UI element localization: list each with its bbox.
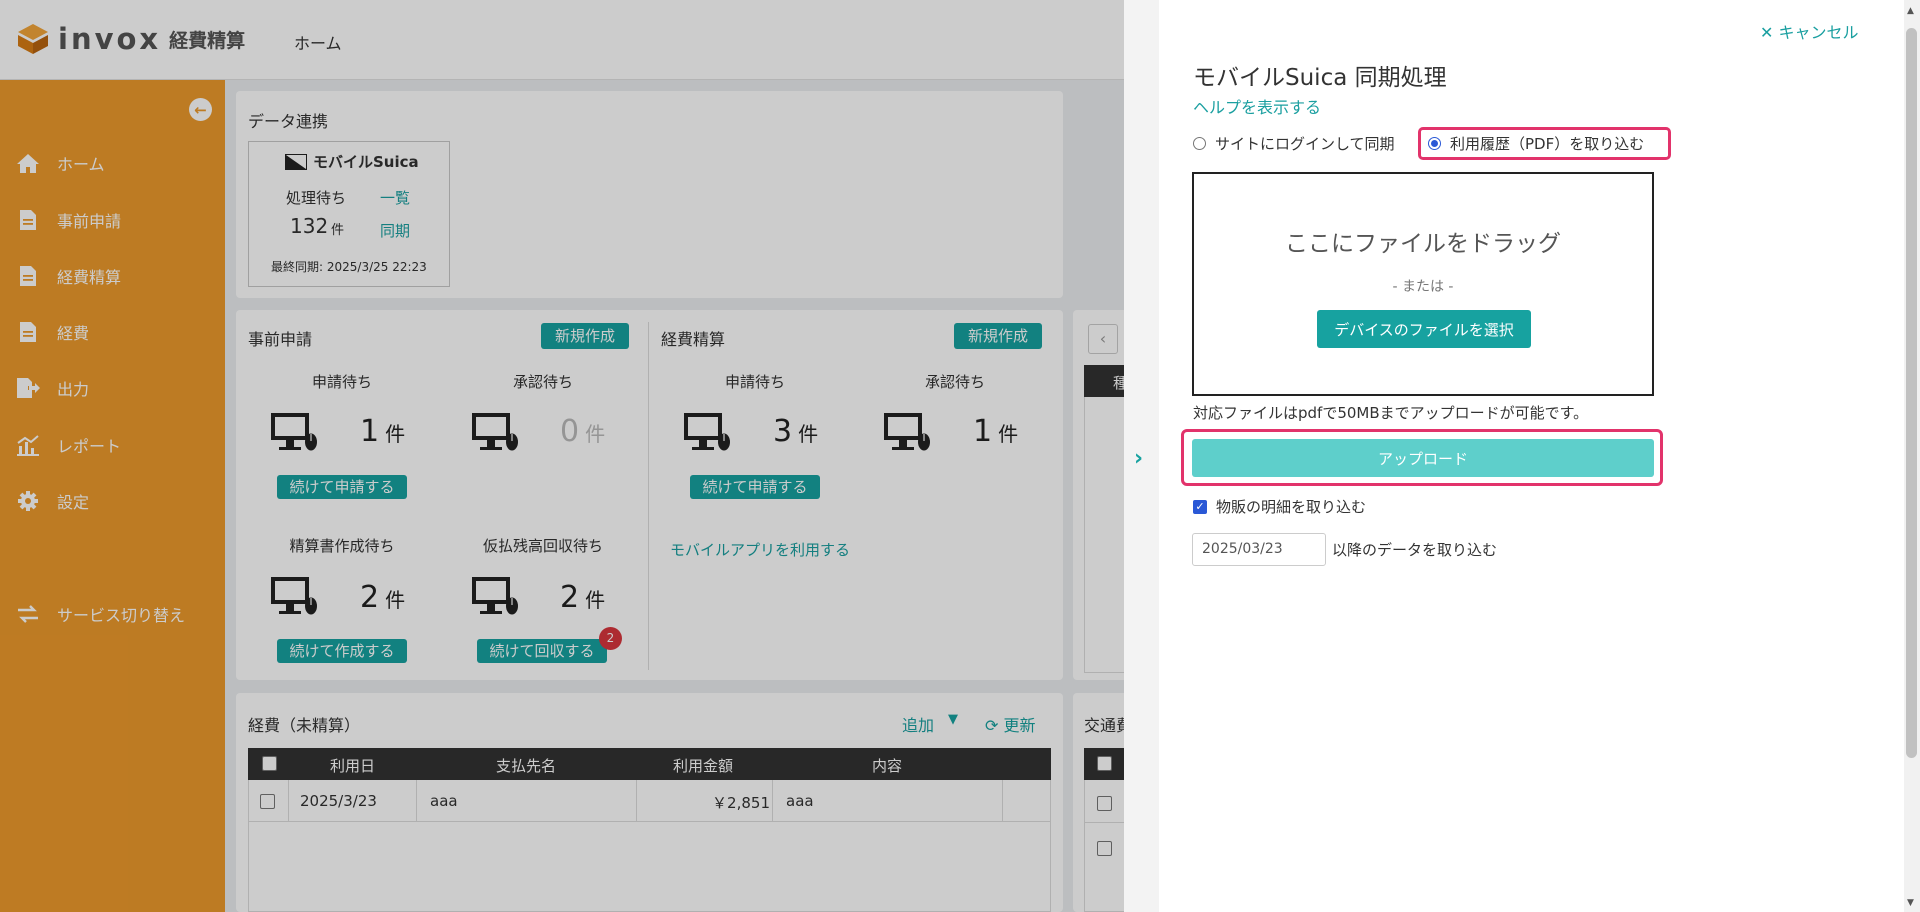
upload-button[interactable]: アップロード [1192, 439, 1654, 477]
close-icon: ✕ [1760, 23, 1774, 42]
panel-title: モバイルSuica 同期処理 [1193, 65, 1447, 91]
radio-pdf[interactable] [1428, 137, 1441, 150]
panel-collapse-strip[interactable]: › [1124, 0, 1159, 912]
choose-file-button[interactable]: デバイスのファイルを選択 [1317, 310, 1531, 348]
scroll-up-icon[interactable]: ▲ [1907, 6, 1914, 16]
scrollbar-thumb[interactable] [1906, 28, 1917, 758]
merchandise-option[interactable]: ✓ 物販の明細を取り込む [1193, 496, 1366, 517]
chevron-right-icon: › [1134, 446, 1144, 471]
radio-pdf-label: 利用履歴（PDF）を取り込む [1450, 135, 1645, 153]
cancel-link[interactable]: ✕ キャンセル [1760, 19, 1859, 43]
scroll-down-icon[interactable]: ▼ [1907, 898, 1914, 908]
radio-pdf-option[interactable]: 利用履歴（PDF）を取り込む [1428, 133, 1644, 154]
dropzone-main-text: ここにファイルをドラッグ [1285, 231, 1561, 257]
merchandise-checkbox[interactable]: ✓ [1193, 499, 1207, 514]
date-suffix-label: 以降のデータを取り込む [1332, 541, 1498, 559]
radio-login-label: サイトにログインして同期 [1215, 135, 1395, 153]
modal-backdrop[interactable] [0, 0, 1124, 912]
radio-login[interactable] [1193, 137, 1206, 150]
help-link[interactable]: ヘルプを表示する [1193, 94, 1321, 118]
file-dropzone[interactable]: ここにファイルをドラッグ - または - デバイスのファイルを選択 [1192, 172, 1654, 396]
merchandise-checkbox-label: 物販の明細を取り込む [1216, 498, 1367, 516]
start-date-input[interactable]: 2025/03/23 [1192, 533, 1326, 566]
radio-login-option[interactable]: サイトにログインして同期 [1193, 133, 1395, 154]
dropzone-or-text: - または - [1392, 279, 1454, 295]
upload-note: 対応ファイルはpdfで50MBまでアップロードが可能です。 [1193, 404, 1589, 422]
